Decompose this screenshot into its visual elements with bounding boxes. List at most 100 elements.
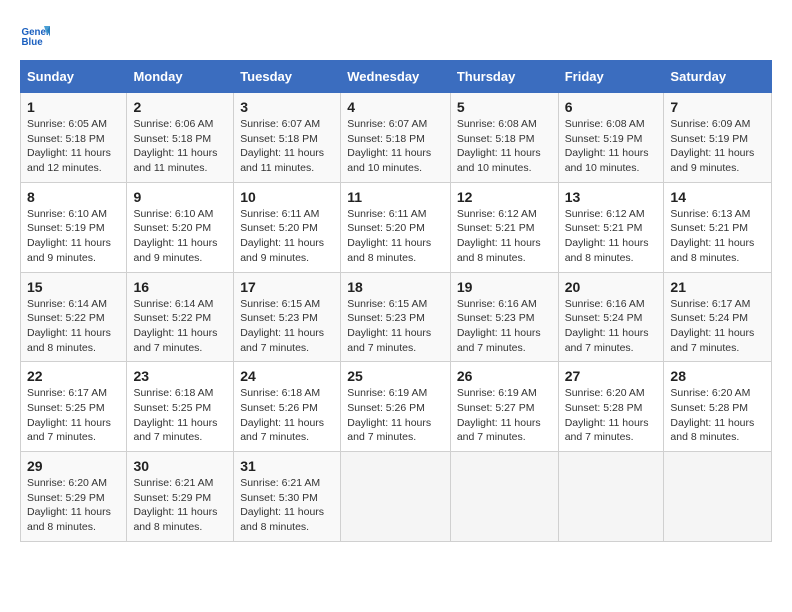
day-number: 5 [457, 99, 552, 115]
day-info: Sunrise: 6:18 AMSunset: 5:26 PMDaylight:… [240, 386, 334, 445]
day-number: 18 [347, 279, 444, 295]
calendar-cell: 1 Sunrise: 6:05 AMSunset: 5:18 PMDaylight… [21, 93, 127, 183]
day-number: 30 [133, 458, 227, 474]
calendar-cell: 5 Sunrise: 6:08 AMSunset: 5:18 PMDaylight… [450, 93, 558, 183]
day-info: Sunrise: 6:17 AMSunset: 5:24 PMDaylight:… [670, 297, 765, 356]
calendar-cell: 16 Sunrise: 6:14 AMSunset: 5:22 PMDayligh… [127, 272, 234, 362]
calendar-cell [450, 452, 558, 542]
calendar-cell: 25 Sunrise: 6:19 AMSunset: 5:26 PMDayligh… [341, 362, 451, 452]
day-info: Sunrise: 6:12 AMSunset: 5:21 PMDaylight:… [457, 207, 552, 266]
calendar-cell: 6Sunrise: 6:08 AMSunset: 5:19 PMDaylight… [558, 93, 664, 183]
day-header-monday: Monday [127, 61, 234, 93]
day-info: Sunrise: 6:20 AMSunset: 5:28 PMDaylight:… [565, 386, 658, 445]
calendar-cell: 4 Sunrise: 6:07 AMSunset: 5:18 PMDaylight… [341, 93, 451, 183]
day-number: 7 [670, 99, 765, 115]
day-number: 19 [457, 279, 552, 295]
day-info: Sunrise: 6:05 AMSunset: 5:18 PMDaylight:… [27, 117, 120, 176]
day-info: Sunrise: 6:08 AMSunset: 5:19 PMDaylight:… [565, 117, 658, 176]
day-number: 4 [347, 99, 444, 115]
calendar-cell: 28 Sunrise: 6:20 AMSunset: 5:28 PMDayligh… [664, 362, 772, 452]
day-info: Sunrise: 6:20 AMSunset: 5:29 PMDaylight:… [27, 476, 120, 535]
day-number: 10 [240, 189, 334, 205]
day-number: 20 [565, 279, 658, 295]
calendar-cell: 7 Sunrise: 6:09 AMSunset: 5:19 PMDaylight… [664, 93, 772, 183]
day-header-saturday: Saturday [664, 61, 772, 93]
calendar-cell: 3 Sunrise: 6:07 AMSunset: 5:18 PMDaylight… [234, 93, 341, 183]
day-info: Sunrise: 6:15 AMSunset: 5:23 PMDaylight:… [240, 297, 334, 356]
calendar-cell: 22 Sunrise: 6:17 AMSunset: 5:25 PMDayligh… [21, 362, 127, 452]
day-info: Sunrise: 6:16 AMSunset: 5:24 PMDaylight:… [565, 297, 658, 356]
day-header-wednesday: Wednesday [341, 61, 451, 93]
day-info: Sunrise: 6:07 AMSunset: 5:18 PMDaylight:… [347, 117, 444, 176]
calendar-cell [558, 452, 664, 542]
day-header-sunday: Sunday [21, 61, 127, 93]
calendar-cell: 2 Sunrise: 6:06 AMSunset: 5:18 PMDaylight… [127, 93, 234, 183]
calendar-cell: 19 Sunrise: 6:16 AMSunset: 5:23 PMDayligh… [450, 272, 558, 362]
day-number: 28 [670, 368, 765, 384]
day-header-thursday: Thursday [450, 61, 558, 93]
day-number: 22 [27, 368, 120, 384]
page-header: General Blue [20, 20, 772, 50]
day-number: 2 [133, 99, 227, 115]
day-info: Sunrise: 6:08 AMSunset: 5:18 PMDaylight:… [457, 117, 552, 176]
day-info: Sunrise: 6:11 AMSunset: 5:20 PMDaylight:… [240, 207, 334, 266]
day-number: 27 [565, 368, 658, 384]
day-header-friday: Friday [558, 61, 664, 93]
day-number: 17 [240, 279, 334, 295]
day-number: 21 [670, 279, 765, 295]
day-info: Sunrise: 6:09 AMSunset: 5:19 PMDaylight:… [670, 117, 765, 176]
day-info: Sunrise: 6:19 AMSunset: 5:26 PMDaylight:… [347, 386, 444, 445]
day-info: Sunrise: 6:16 AMSunset: 5:23 PMDaylight:… [457, 297, 552, 356]
calendar-cell: 17 Sunrise: 6:15 AMSunset: 5:23 PMDayligh… [234, 272, 341, 362]
svg-text:Blue: Blue [22, 37, 44, 48]
day-info: Sunrise: 6:11 AMSunset: 5:20 PMDaylight:… [347, 207, 444, 266]
day-number: 24 [240, 368, 334, 384]
calendar-cell: 24 Sunrise: 6:18 AMSunset: 5:26 PMDayligh… [234, 362, 341, 452]
calendar-cell: 12 Sunrise: 6:12 AMSunset: 5:21 PMDayligh… [450, 182, 558, 272]
calendar-cell: 30 Sunrise: 6:21 AMSunset: 5:29 PMDayligh… [127, 452, 234, 542]
day-number: 9 [133, 189, 227, 205]
logo: General Blue [20, 20, 50, 50]
calendar-cell: 18 Sunrise: 6:15 AMSunset: 5:23 PMDayligh… [341, 272, 451, 362]
day-number: 3 [240, 99, 334, 115]
calendar-cell: 31Sunrise: 6:21 AMSunset: 5:30 PMDayligh… [234, 452, 341, 542]
day-number: 16 [133, 279, 227, 295]
calendar-cell: 10 Sunrise: 6:11 AMSunset: 5:20 PMDayligh… [234, 182, 341, 272]
day-number: 12 [457, 189, 552, 205]
day-info: Sunrise: 6:06 AMSunset: 5:18 PMDaylight:… [133, 117, 227, 176]
day-info: Sunrise: 6:17 AMSunset: 5:25 PMDaylight:… [27, 386, 120, 445]
day-info: Sunrise: 6:21 AMSunset: 5:29 PMDaylight:… [133, 476, 227, 535]
day-info: Sunrise: 6:14 AMSunset: 5:22 PMDaylight:… [133, 297, 227, 356]
calendar-cell: 23 Sunrise: 6:18 AMSunset: 5:25 PMDayligh… [127, 362, 234, 452]
day-info: Sunrise: 6:15 AMSunset: 5:23 PMDaylight:… [347, 297, 444, 356]
day-number: 8 [27, 189, 120, 205]
day-number: 25 [347, 368, 444, 384]
day-info: Sunrise: 6:18 AMSunset: 5:25 PMDaylight:… [133, 386, 227, 445]
calendar-cell [664, 452, 772, 542]
day-number: 26 [457, 368, 552, 384]
day-info: Sunrise: 6:07 AMSunset: 5:18 PMDaylight:… [240, 117, 334, 176]
calendar-cell [341, 452, 451, 542]
day-number: 1 [27, 99, 120, 115]
day-info: Sunrise: 6:13 AMSunset: 5:21 PMDaylight:… [670, 207, 765, 266]
calendar-cell: 11 Sunrise: 6:11 AMSunset: 5:20 PMDayligh… [341, 182, 451, 272]
day-number: 11 [347, 189, 444, 205]
day-info: Sunrise: 6:10 AMSunset: 5:19 PMDaylight:… [27, 207, 120, 266]
calendar-cell: 29Sunrise: 6:20 AMSunset: 5:29 PMDayligh… [21, 452, 127, 542]
calendar-cell: 20 Sunrise: 6:16 AMSunset: 5:24 PMDayligh… [558, 272, 664, 362]
calendar-table: SundayMondayTuesdayWednesdayThursdayFrid… [20, 60, 772, 542]
calendar-cell: 27 Sunrise: 6:20 AMSunset: 5:28 PMDayligh… [558, 362, 664, 452]
day-info: Sunrise: 6:12 AMSunset: 5:21 PMDaylight:… [565, 207, 658, 266]
day-info: Sunrise: 6:14 AMSunset: 5:22 PMDaylight:… [27, 297, 120, 356]
day-header-tuesday: Tuesday [234, 61, 341, 93]
day-number: 15 [27, 279, 120, 295]
calendar-cell: 8 Sunrise: 6:10 AMSunset: 5:19 PMDaylight… [21, 182, 127, 272]
day-info: Sunrise: 6:19 AMSunset: 5:27 PMDaylight:… [457, 386, 552, 445]
day-info: Sunrise: 6:20 AMSunset: 5:28 PMDaylight:… [670, 386, 765, 445]
day-number: 31 [240, 458, 334, 474]
day-number: 13 [565, 189, 658, 205]
calendar-cell: 9 Sunrise: 6:10 AMSunset: 5:20 PMDaylight… [127, 182, 234, 272]
day-info: Sunrise: 6:10 AMSunset: 5:20 PMDaylight:… [133, 207, 227, 266]
day-number: 23 [133, 368, 227, 384]
calendar-cell: 21 Sunrise: 6:17 AMSunset: 5:24 PMDayligh… [664, 272, 772, 362]
